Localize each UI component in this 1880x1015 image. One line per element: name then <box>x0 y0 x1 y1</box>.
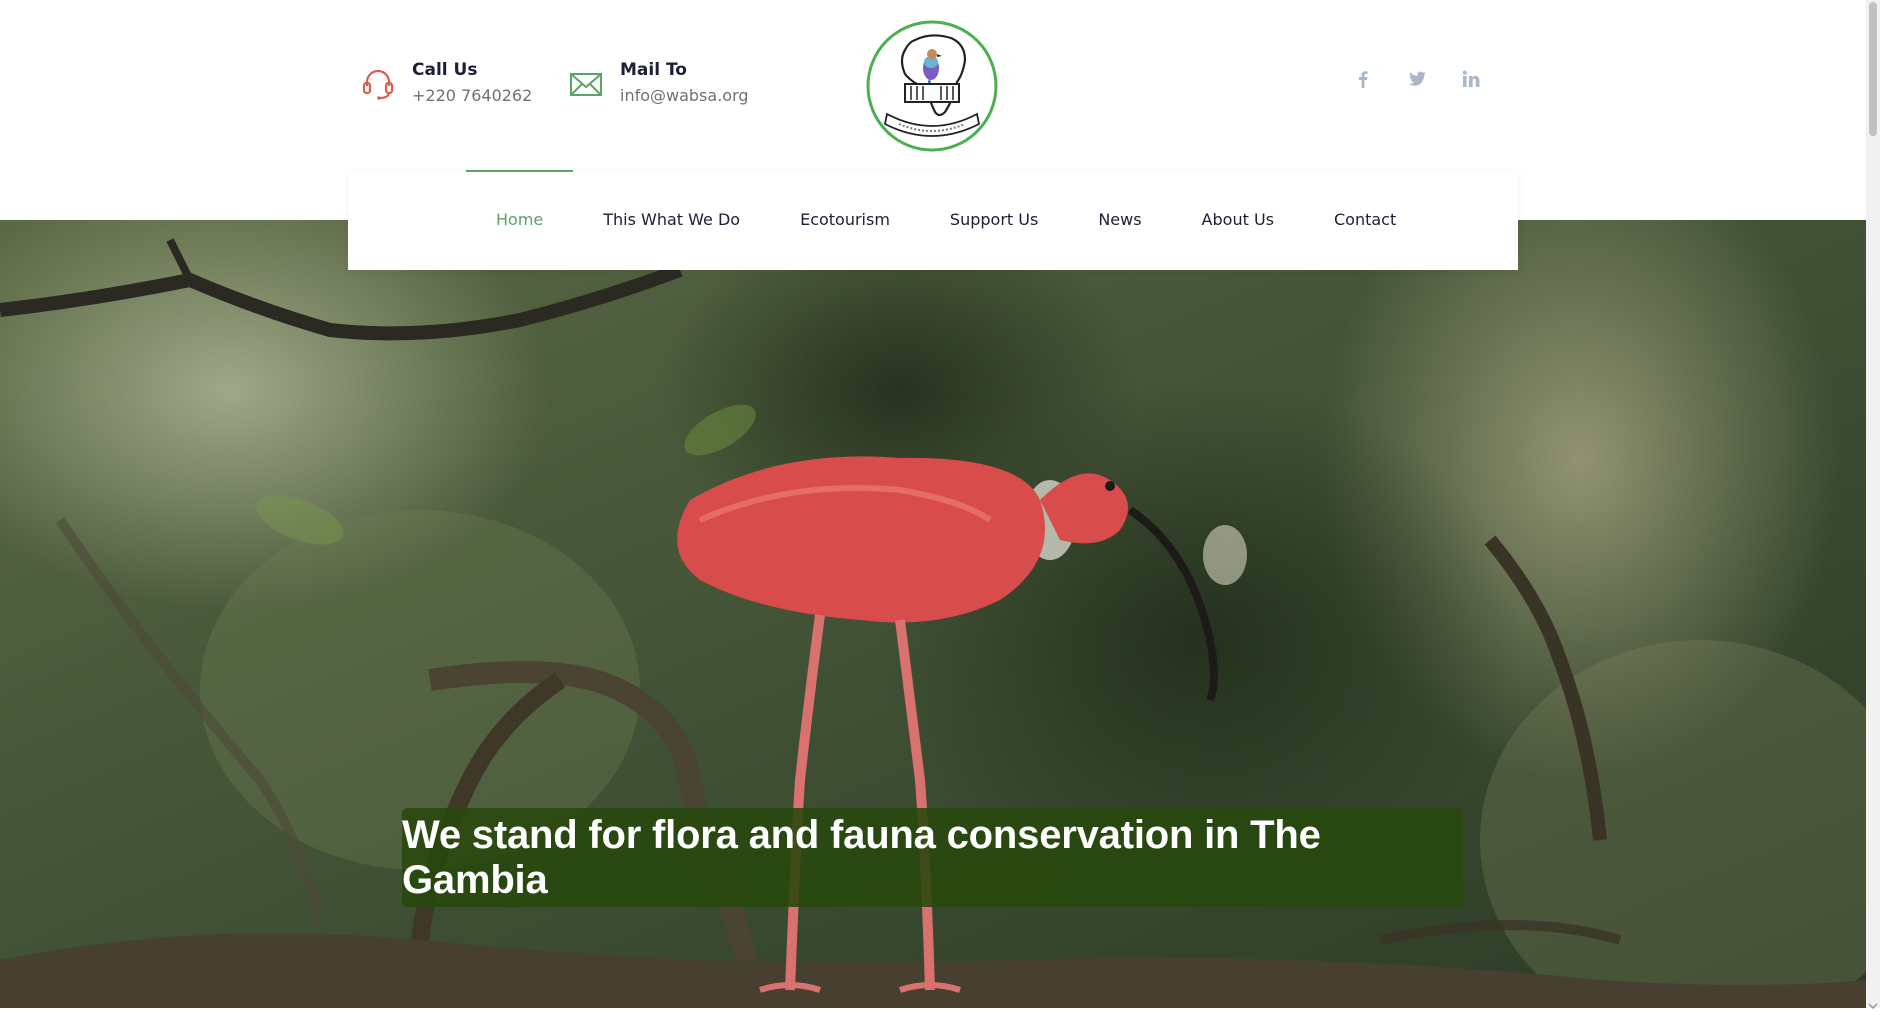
hero-headline: We stand for flora and fauna conservatio… <box>402 812 1321 902</box>
scrollbar-thumb[interactable] <box>1869 2 1877 136</box>
nav-item-news[interactable]: News <box>1068 170 1171 270</box>
email-address[interactable]: info@wabsa.org <box>620 84 749 108</box>
nav-item-home[interactable]: Home <box>466 170 574 270</box>
hero-banner: We stand for flora and fauna conservatio… <box>0 220 1866 1008</box>
headset-icon <box>360 66 396 102</box>
nav-menu: Home This What We Do Ecotourism Support … <box>466 170 1426 270</box>
call-us-block[interactable]: Call Us +220 7640262 <box>360 58 532 108</box>
organization-logo[interactable] <box>865 16 999 156</box>
scroll-down-arrow-icon[interactable] <box>1868 996 1878 1010</box>
nav-item-what-we-do[interactable]: This What We Do <box>573 170 770 270</box>
nav-item-about-us[interactable]: About Us <box>1172 170 1304 270</box>
mail-to-block[interactable]: Mail To info@wabsa.org <box>568 58 749 108</box>
nav-item-support-us[interactable]: Support Us <box>920 170 1068 270</box>
hero-headline-box: We stand for flora and fauna conservatio… <box>402 808 1463 907</box>
twitter-icon[interactable] <box>1406 68 1428 90</box>
envelope-icon <box>568 66 604 102</box>
nav-item-ecotourism[interactable]: Ecotourism <box>770 170 920 270</box>
call-us-title: Call Us <box>412 60 478 80</box>
page: Call Us +220 7640262 Mail To info@wabsa.… <box>0 0 1866 1008</box>
linkedin-icon[interactable] <box>1460 68 1482 90</box>
page-scrollbar[interactable] <box>1866 0 1880 1010</box>
social-links <box>1320 68 1482 90</box>
main-nav: Home This What We Do Ecotourism Support … <box>348 170 1518 270</box>
mail-to-title: Mail To <box>620 60 687 80</box>
nav-item-contact[interactable]: Contact <box>1304 170 1426 270</box>
phone-number[interactable]: +220 7640262 <box>412 84 532 108</box>
facebook-icon[interactable] <box>1352 68 1374 90</box>
